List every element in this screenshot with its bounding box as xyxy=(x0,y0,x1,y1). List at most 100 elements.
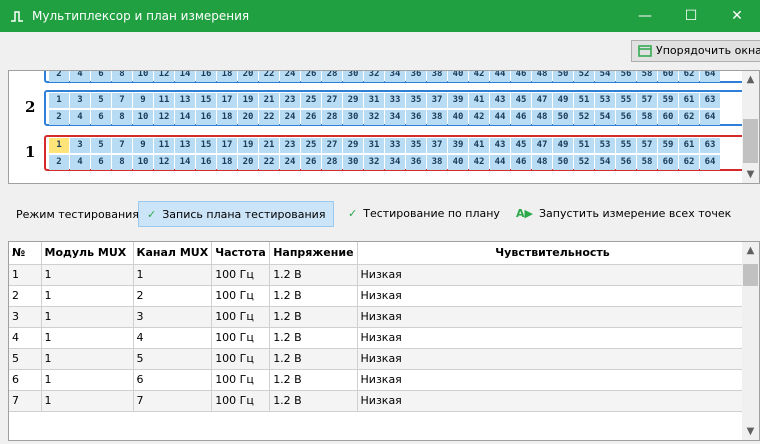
channel-cell[interactable]: 5 xyxy=(91,138,111,153)
channel-cell[interactable]: 39 xyxy=(448,93,468,108)
channel-cell[interactable]: 30 xyxy=(343,71,363,82)
channel-cell[interactable]: 36 xyxy=(406,71,426,82)
channel-cell[interactable]: 8 xyxy=(112,155,132,170)
channel-cell[interactable]: 54 xyxy=(595,71,615,82)
channel-cell[interactable]: 58 xyxy=(637,155,657,170)
channel-cell[interactable]: 28 xyxy=(322,155,342,170)
channel-cell[interactable]: 53 xyxy=(595,93,615,108)
channel-cell[interactable]: 18 xyxy=(217,71,237,82)
column-header[interactable]: Модуль MUX xyxy=(41,242,134,265)
channel-cell[interactable]: 28 xyxy=(322,110,342,125)
channel-cell[interactable]: 17 xyxy=(217,93,237,108)
channel-cell[interactable]: 24 xyxy=(280,71,300,82)
scroll-up-icon[interactable]: ▲ xyxy=(742,242,759,259)
channel-cell[interactable]: 22 xyxy=(259,155,279,170)
channel-cell[interactable]: 28 xyxy=(322,71,342,82)
channel-cell[interactable]: 37 xyxy=(427,138,447,153)
channel-cell[interactable]: 6 xyxy=(91,110,111,125)
channel-cell[interactable]: 40 xyxy=(448,71,468,82)
channel-cell[interactable]: 53 xyxy=(595,138,615,153)
channel-cell[interactable]: 16 xyxy=(196,155,216,170)
channel-cell[interactable]: 60 xyxy=(658,110,678,125)
table-row[interactable]: 7 1 7 100 Гц 1.2 В Низкая xyxy=(9,390,749,412)
channel-cell[interactable]: 26 xyxy=(301,155,321,170)
channel-cell[interactable]: 22 xyxy=(259,110,279,125)
channel-cell[interactable]: 1 xyxy=(49,93,69,108)
channel-cell[interactable]: 48 xyxy=(532,110,552,125)
channel-cell[interactable]: 63 xyxy=(700,93,720,108)
minimize-button[interactable]: — xyxy=(622,0,668,32)
channel-cell[interactable]: 45 xyxy=(511,93,531,108)
channel-cell[interactable]: 46 xyxy=(511,110,531,125)
channel-cell[interactable]: 56 xyxy=(616,110,636,125)
channel-cell[interactable]: 44 xyxy=(490,155,510,170)
channel-cell[interactable]: 26 xyxy=(301,110,321,125)
channel-cell[interactable]: 12 xyxy=(154,71,174,82)
channel-cell[interactable]: 50 xyxy=(553,155,573,170)
channel-cell[interactable]: 2 xyxy=(49,110,69,125)
run-all-button[interactable]: A▶ Запустить измерение всех точек xyxy=(508,201,739,227)
channel-cell[interactable]: 25 xyxy=(301,138,321,153)
scroll-thumb[interactable] xyxy=(743,119,758,163)
maximize-button[interactable]: ☐ xyxy=(668,0,714,32)
channel-cell[interactable]: 3 xyxy=(70,93,90,108)
channel-cell[interactable]: 56 xyxy=(616,155,636,170)
channel-cell[interactable]: 64 xyxy=(700,110,720,125)
channel-cell[interactable]: 25 xyxy=(301,93,321,108)
mux-scrollbar[interactable]: ▲ ▼ xyxy=(742,71,759,183)
channel-cell[interactable]: 19 xyxy=(238,138,258,153)
channel-cell[interactable]: 4 xyxy=(70,71,90,82)
channel-cell[interactable]: 11 xyxy=(154,138,174,153)
channel-cell[interactable]: 57 xyxy=(637,93,657,108)
table-row[interactable]: 6 1 6 100 Гц 1.2 В Низкая xyxy=(9,369,749,391)
channel-cell[interactable]: 41 xyxy=(469,138,489,153)
column-header[interactable]: Частота xyxy=(211,242,271,265)
channel-cell[interactable]: 16 xyxy=(196,71,216,82)
channel-cell[interactable]: 40 xyxy=(448,155,468,170)
test-by-plan-button[interactable]: ✓ Тестирование по плану xyxy=(340,201,508,227)
channel-cell[interactable]: 58 xyxy=(637,71,657,82)
channel-cell[interactable]: 30 xyxy=(343,155,363,170)
channel-cell[interactable]: 42 xyxy=(469,110,489,125)
channel-cell[interactable]: 14 xyxy=(175,71,195,82)
close-button[interactable]: ✕ xyxy=(714,0,760,32)
channel-cell[interactable]: 38 xyxy=(427,71,447,82)
channel-cell[interactable]: 20 xyxy=(238,71,258,82)
channel-cell[interactable]: 27 xyxy=(322,93,342,108)
channel-cell[interactable]: 4 xyxy=(70,155,90,170)
channel-cell[interactable]: 64 xyxy=(700,71,720,82)
table-scrollbar[interactable]: ▲ ▼ xyxy=(742,242,759,440)
channel-cell[interactable]: 20 xyxy=(238,155,258,170)
scroll-up-icon[interactable]: ▲ xyxy=(742,71,759,88)
channel-cell[interactable]: 6 xyxy=(91,155,111,170)
channel-cell[interactable]: 62 xyxy=(679,155,699,170)
channel-cell[interactable]: 34 xyxy=(385,71,405,82)
channel-cell[interactable]: 23 xyxy=(280,138,300,153)
channel-cell[interactable]: 52 xyxy=(574,71,594,82)
channel-cell[interactable]: 49 xyxy=(553,93,573,108)
channel-cell[interactable]: 39 xyxy=(448,138,468,153)
channel-cell[interactable]: 24 xyxy=(280,110,300,125)
channel-cell[interactable]: 10 xyxy=(133,71,153,82)
channel-cell[interactable]: 24 xyxy=(280,155,300,170)
arrange-windows-button[interactable]: Упорядочить окна xyxy=(631,40,760,62)
channel-cell[interactable]: 7 xyxy=(112,93,132,108)
mux-module[interactable]: 1357911131517192123252729313335373941434… xyxy=(44,71,745,83)
channel-cell[interactable]: 3 xyxy=(70,138,90,153)
channel-cell[interactable]: 61 xyxy=(679,93,699,108)
channel-cell[interactable]: 42 xyxy=(469,155,489,170)
channel-cell[interactable]: 54 xyxy=(595,110,615,125)
channel-cell[interactable]: 20 xyxy=(238,110,258,125)
channel-cell[interactable]: 32 xyxy=(364,155,384,170)
scroll-down-icon[interactable]: ▼ xyxy=(742,166,759,183)
channel-cell[interactable]: 35 xyxy=(406,93,426,108)
channel-cell[interactable]: 10 xyxy=(133,110,153,125)
column-header[interactable]: Напряжение xyxy=(269,242,358,265)
channel-cell[interactable]: 14 xyxy=(175,110,195,125)
channel-cell[interactable]: 60 xyxy=(658,71,678,82)
channel-cell[interactable]: 2 xyxy=(49,155,69,170)
table-row[interactable]: 1 1 1 100 Гц 1.2 В Низкая xyxy=(9,264,749,286)
table-row[interactable]: 2 1 2 100 Гц 1.2 В Низкая xyxy=(9,285,749,307)
channel-cell[interactable]: 61 xyxy=(679,138,699,153)
channel-cell[interactable]: 34 xyxy=(385,155,405,170)
